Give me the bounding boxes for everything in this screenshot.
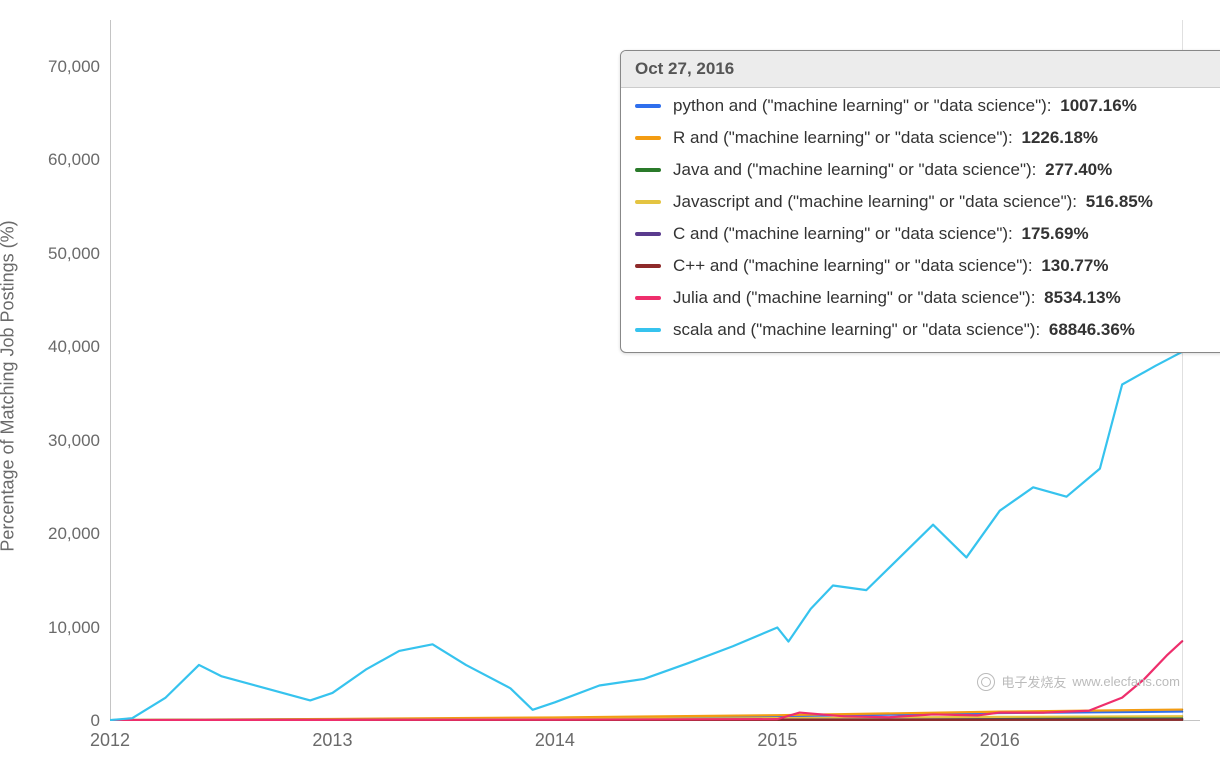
chart-container: Percentage of Matching Job Postings (%) …	[0, 0, 1220, 771]
x-tick-label: 2015	[757, 730, 797, 751]
legend-series-value: 8534.13%	[1044, 288, 1121, 308]
y-tick-label: 10,000	[30, 618, 100, 638]
x-tick-label: 2014	[535, 730, 575, 751]
legend-row: Javascript and ("machine learning" or "d…	[621, 186, 1220, 218]
legend-series-value: 277.40%	[1045, 160, 1112, 180]
legend-row: C and ("machine learning" or "data scien…	[621, 218, 1220, 250]
legend-series-value: 130.77%	[1041, 256, 1108, 276]
legend-series-value: 68846.36%	[1049, 320, 1135, 340]
legend-row: C++ and ("machine learning" or "data sci…	[621, 250, 1220, 282]
y-tick-label: 30,000	[30, 431, 100, 451]
legend-row: R and ("machine learning" or "data scien…	[621, 122, 1220, 154]
legend-swatch	[635, 328, 661, 332]
y-tick-label: 0	[30, 711, 100, 731]
legend-series-value: 1007.16%	[1060, 96, 1137, 116]
legend-swatch	[635, 200, 661, 204]
x-tick-label: 2012	[90, 730, 130, 751]
tooltip-body: python and ("machine learning" or "data …	[621, 88, 1220, 352]
legend-swatch	[635, 232, 661, 236]
legend-row: Julia and ("machine learning" or "data s…	[621, 282, 1220, 314]
legend-series-value: 1226.18%	[1021, 128, 1098, 148]
y-tick-label: 40,000	[30, 337, 100, 357]
legend-series-name: C and ("machine learning" or "data scien…	[673, 224, 1008, 244]
y-axis-label: Percentage of Matching Job Postings (%)	[0, 220, 19, 551]
y-tick-label: 60,000	[30, 150, 100, 170]
legend-row: Java and ("machine learning" or "data sc…	[621, 154, 1220, 186]
legend-row: scala and ("machine learning" or "data s…	[621, 314, 1220, 346]
legend-series-name: scala and ("machine learning" or "data s…	[673, 320, 1035, 340]
legend-swatch	[635, 136, 661, 140]
legend-swatch	[635, 264, 661, 268]
legend-series-name: C++ and ("machine learning" or "data sci…	[673, 256, 1028, 276]
y-tick-label: 70,000	[30, 57, 100, 77]
legend-series-value: 175.69%	[1021, 224, 1088, 244]
legend-series-name: Javascript and ("machine learning" or "d…	[673, 192, 1072, 212]
plot-area[interactable]: Oct 27, 2016 python and ("machine learni…	[110, 20, 1200, 721]
legend-series-name: Julia and ("machine learning" or "data s…	[673, 288, 1031, 308]
legend-swatch	[635, 104, 661, 108]
legend-series-name: Java and ("machine learning" or "data sc…	[673, 160, 1032, 180]
y-tick-label: 20,000	[30, 524, 100, 544]
legend-swatch	[635, 296, 661, 300]
legend-series-name: python and ("machine learning" or "data …	[673, 96, 1047, 116]
tooltip-panel: Oct 27, 2016 python and ("machine learni…	[620, 50, 1220, 353]
legend-series-name: R and ("machine learning" or "data scien…	[673, 128, 1008, 148]
tooltip-date: Oct 27, 2016	[621, 51, 1220, 88]
x-tick-label: 2013	[312, 730, 352, 751]
x-tick-label: 2016	[980, 730, 1020, 751]
legend-swatch	[635, 168, 661, 172]
y-tick-label: 50,000	[30, 244, 100, 264]
legend-series-value: 516.85%	[1086, 192, 1153, 212]
legend-row: python and ("machine learning" or "data …	[621, 90, 1220, 122]
